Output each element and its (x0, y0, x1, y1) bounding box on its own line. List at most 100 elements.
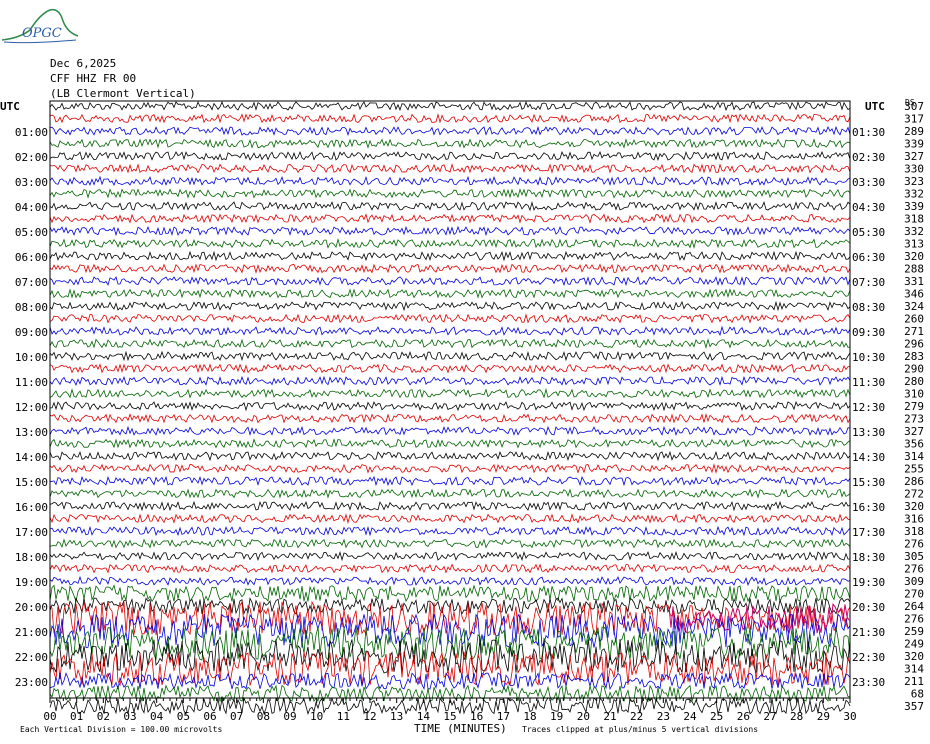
ds-value: 332 (904, 225, 924, 238)
helicorder-plot: 01:00 02:00 03:00 04:00 05:00 06:00 07:00 08:00… (15, 100, 924, 723)
x-tick-label: 11 (337, 710, 350, 723)
trace-line (49, 600, 851, 637)
ds-value: 313 (904, 238, 924, 251)
right-hour-label: 12:30 (852, 401, 885, 414)
right-hour-label: 13:30 (852, 426, 885, 439)
left-hour-label: 15:00 (15, 476, 48, 489)
x-tick-label: 27 (763, 710, 776, 723)
trace-line (49, 563, 851, 574)
right-hour-label: 21:30 (852, 626, 885, 639)
right-hour-label: 07:30 (852, 276, 885, 289)
left-hour-label: 14:00 (15, 451, 48, 464)
left-hour-label: 04:00 (15, 201, 48, 214)
trace-line (49, 200, 851, 212)
vertical-division-note: Each Vertical Division = 100.00 microvol… (20, 725, 223, 734)
x-tick-label: 09 (283, 710, 296, 723)
ds-value: 305 (904, 550, 924, 563)
right-hour-label: 08:30 (852, 301, 885, 314)
ds-value: 264 (904, 600, 924, 613)
x-tick-label: 19 (550, 710, 563, 723)
trace-line (49, 150, 851, 162)
x-tick-label: 13 (390, 710, 403, 723)
right-hour-label: 16:30 (852, 501, 885, 514)
trace-line (49, 584, 851, 603)
ds-value: 288 (904, 263, 924, 276)
trace-line (49, 125, 851, 137)
trace-line (49, 213, 851, 224)
trace-line (49, 488, 851, 499)
trace-line (49, 288, 851, 299)
ds-value: 283 (904, 350, 924, 363)
left-hour-label: 16:00 (15, 501, 48, 514)
trace-line (49, 463, 851, 475)
trace-line (50, 401, 851, 412)
x-tick-label: 00 (43, 710, 56, 723)
trace-line (49, 500, 851, 512)
left-tick-labels: 01:00 02:00 03:00 04:00 05:00 06:00 07:00 08:00… (15, 126, 48, 689)
trace-line (49, 163, 851, 174)
ds-value: 276 (904, 538, 924, 551)
ds-values: 3073172893393273303233323393183323133202… (904, 100, 924, 713)
ds-value: 339 (904, 200, 924, 213)
trace-line (49, 413, 851, 424)
ds-value: 320 (904, 250, 924, 263)
x-tick-label: 05 (177, 710, 190, 723)
traces-group (49, 101, 851, 716)
left-hour-label: 09:00 (15, 326, 48, 339)
right-hour-label: 03:30 (852, 176, 885, 189)
trace-line (49, 425, 851, 437)
left-hour-label: 06:00 (15, 251, 48, 264)
ds-value: 339 (904, 138, 924, 151)
ds-value: 255 (904, 463, 924, 476)
right-hour-label: 22:30 (852, 651, 885, 664)
right-hour-label: 18:30 (852, 551, 885, 564)
ds-value: 330 (904, 163, 924, 176)
x-tick-label: 01 (70, 710, 83, 723)
right-hour-label: 01:30 (852, 126, 885, 139)
ds-value: 356 (904, 438, 924, 451)
x-tick-label: 03 (123, 710, 136, 723)
x-tick-label: 25 (710, 710, 723, 723)
left-hour-label: 01:00 (15, 126, 48, 139)
trace-line (49, 450, 851, 462)
trace-line (49, 238, 851, 249)
x-tick-label: 06 (203, 710, 216, 723)
left-hour-label: 18:00 (15, 551, 48, 564)
x-tick-label: 20 (577, 710, 590, 723)
ds-value: 332 (904, 188, 924, 201)
ds-value: 346 (904, 288, 924, 301)
ds-value: 314 (904, 450, 924, 463)
ds-value: 320 (904, 650, 924, 663)
right-hour-label: 19:30 (852, 576, 885, 589)
ds-value: 211 (904, 675, 924, 688)
x-tick-label: 26 (737, 710, 750, 723)
left-hour-label: 13:00 (15, 426, 48, 439)
ds-value: 279 (904, 400, 924, 413)
trace-line (49, 138, 851, 149)
trace-line (49, 113, 851, 124)
left-hour-label: 11:00 (15, 376, 48, 389)
ds-value: 276 (904, 613, 924, 626)
trace-line (49, 225, 851, 237)
ds-value: 331 (904, 275, 924, 288)
ds-value: 280 (904, 375, 924, 388)
trace-line (49, 101, 851, 112)
left-hour-label: 12:00 (15, 401, 48, 414)
ds-value: 327 (904, 425, 924, 438)
x-tick-label: 18 (523, 710, 536, 723)
trace-line (49, 525, 851, 537)
x-tick-label: 24 (683, 710, 697, 723)
right-hour-label: 15:30 (852, 476, 885, 489)
trace-line (49, 313, 851, 324)
trace-line (49, 375, 851, 387)
ds-value: 314 (904, 663, 924, 676)
right-hour-label: 14:30 (852, 451, 885, 464)
x-tick-label: 22 (630, 710, 643, 723)
ds-value: 318 (904, 525, 924, 538)
trace-line (49, 438, 851, 449)
trace-line (49, 325, 851, 336)
trace-line (49, 538, 851, 549)
left-hour-label: 07:00 (15, 276, 48, 289)
ds-value: 327 (904, 150, 924, 163)
ds-value: 259 (904, 625, 924, 638)
